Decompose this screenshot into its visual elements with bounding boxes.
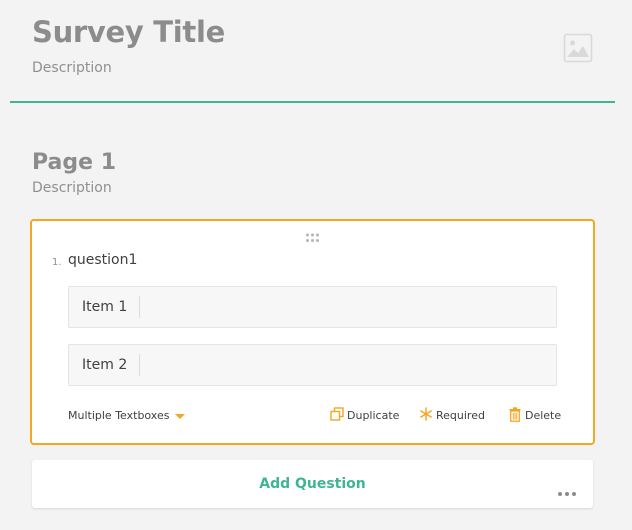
question-type-dropdown[interactable]: Multiple Textboxes bbox=[68, 409, 186, 422]
question-type-label: Multiple Textboxes bbox=[68, 409, 170, 422]
drag-handle-icon[interactable] bbox=[305, 229, 321, 242]
question-card[interactable]: 1. question1 Item 1 Item 2 Multiple Text… bbox=[30, 219, 595, 445]
survey-header: Survey Title Description bbox=[10, 0, 615, 103]
image-placeholder-icon[interactable] bbox=[563, 33, 593, 63]
item-label: Item 1 bbox=[82, 299, 128, 315]
item-2-input[interactable] bbox=[141, 346, 555, 386]
chevron-down-icon bbox=[175, 413, 186, 419]
question-toolbar: Multiple Textboxes Duplicate Required De… bbox=[68, 405, 561, 427]
more-options-icon[interactable] bbox=[557, 482, 577, 496]
survey-title[interactable]: Survey Title bbox=[32, 15, 225, 49]
add-question-button[interactable]: Add Question bbox=[32, 460, 593, 508]
page-title[interactable]: Page 1 bbox=[32, 150, 116, 175]
text-item-row: Item 1 bbox=[68, 286, 557, 328]
delete-label: Delete bbox=[525, 409, 562, 422]
item-1-input[interactable] bbox=[141, 288, 555, 328]
required-label: Required bbox=[436, 409, 485, 422]
item-label: Item 2 bbox=[82, 357, 128, 373]
trash-icon bbox=[509, 407, 521, 422]
page-description[interactable]: Description bbox=[32, 180, 112, 196]
question-number: 1. bbox=[52, 257, 62, 268]
item-divider bbox=[139, 296, 140, 318]
duplicate-label: Duplicate bbox=[347, 409, 400, 422]
add-question-panel: Add Question bbox=[32, 460, 593, 508]
duplicate-icon bbox=[330, 407, 344, 421]
text-item-row: Item 2 bbox=[68, 344, 557, 386]
asterisk-icon bbox=[420, 407, 432, 421]
question-title[interactable]: question1 bbox=[68, 252, 137, 268]
item-divider bbox=[139, 354, 140, 376]
survey-description[interactable]: Description bbox=[32, 60, 112, 76]
